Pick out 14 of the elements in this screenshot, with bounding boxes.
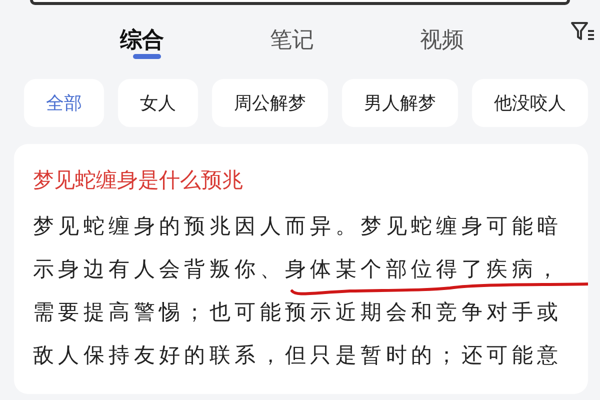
filter-icon[interactable]	[570, 20, 596, 42]
tab[interactable]: 视频	[420, 5, 570, 65]
filter-chip[interactable]: 全部	[24, 79, 104, 127]
filter-chip[interactable]: 周公解梦	[212, 79, 328, 127]
filter-chip[interactable]: 女人	[118, 79, 198, 127]
snippet-line: 需要提高警惕；也可能预示近期会和竞争对手或	[33, 299, 564, 326]
filter-chip[interactable]: 他没咬人	[472, 79, 588, 127]
snippet-line: 梦见蛇缠身的预兆因人而异。梦见蛇缠身可能暗	[33, 213, 564, 240]
snippet-line: 示身边有人会背叛你、身体某个部位得了疾病，	[33, 256, 564, 282]
filter-chip[interactable]: 男人解梦	[342, 79, 458, 127]
result-title[interactable]: 梦见蛇缠身是什么预兆	[33, 168, 588, 194]
snippet-line: 敌人保持友好的联系，但只是暂时的；还可能意	[33, 342, 564, 368]
tab[interactable]: 笔记	[270, 5, 420, 65]
tab[interactable]: 综合	[120, 5, 270, 65]
